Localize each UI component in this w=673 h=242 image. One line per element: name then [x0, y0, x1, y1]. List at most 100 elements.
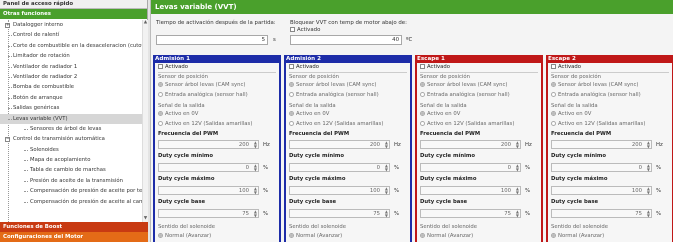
radio-icon[interactable] [551, 121, 556, 126]
duty-min-input[interactable]: 0 ▲ ▼ [420, 163, 521, 172]
enabled-checkbox[interactable]: Activado [551, 64, 581, 70]
duty-base-input[interactable]: 75 ▲ ▼ [289, 209, 390, 218]
active-0v-radio[interactable]: Activo en 0V [551, 111, 591, 117]
active-0v-radio[interactable]: Activo en 0V [420, 111, 460, 117]
duty-min-input[interactable]: 0 ▲ ▼ [289, 163, 390, 172]
tree-item[interactable]: Salidas genéricas [0, 103, 142, 113]
duty-max-input[interactable]: 100 ▲ ▼ [289, 186, 390, 195]
radio-selected-icon[interactable] [551, 82, 556, 87]
cam-sync-radio[interactable]: Sensor árbol levas (CAM sync) [420, 82, 507, 88]
checkbox-icon[interactable] [290, 27, 295, 32]
spinner-icon[interactable]: ▲ ▼ [647, 186, 650, 194]
pwm-frequency-input[interactable]: 200 ▲ ▼ [158, 140, 259, 149]
checkbox-icon[interactable] [158, 64, 163, 69]
tree-item[interactable]: Sensores de árbol de levas [0, 124, 142, 134]
analog-input-radio[interactable]: Entrada analógica (sensor hall) [420, 92, 510, 98]
enabled-checkbox[interactable]: Activado [289, 64, 319, 70]
radio-icon[interactable] [289, 92, 294, 97]
section-boost[interactable]: Funciones de Boost [0, 222, 148, 232]
tree-item[interactable]: Solenoides [0, 145, 142, 155]
tree-item[interactable]: Botón de arranque [0, 93, 142, 103]
radio-icon[interactable] [158, 92, 163, 97]
spinner-icon[interactable]: ▲ ▼ [254, 209, 257, 217]
normal-advance-radio[interactable]: Normal (Avanzar) [289, 233, 342, 239]
spinner-icon[interactable]: ▲ ▼ [516, 186, 519, 194]
tree-item[interactable]: + Datalogger interno [0, 20, 142, 30]
duty-base-input[interactable]: 75 ▲ ▼ [158, 209, 259, 218]
tree-item[interactable]: Mapa de acoplamiento [0, 155, 142, 165]
normal-advance-radio[interactable]: Normal (Avanzar) [420, 233, 473, 239]
spinner-icon[interactable]: ▲ ▼ [385, 186, 388, 194]
cam-sync-radio[interactable]: Sensor árbol levas (CAM sync) [158, 82, 245, 88]
cam-sync-radio[interactable]: Sensor árbol levas (CAM sync) [551, 82, 638, 88]
radio-selected-icon[interactable] [158, 233, 163, 238]
spinner-icon[interactable]: ▲ ▼ [254, 140, 257, 148]
spinner-icon[interactable]: ▲ ▼ [254, 186, 257, 194]
duty-max-input[interactable]: 100 ▲ ▼ [158, 186, 259, 195]
radio-icon[interactable] [158, 121, 163, 126]
normal-advance-radio[interactable]: Normal (Avanzar) [158, 233, 211, 239]
active-0v-radio[interactable]: Activo en 0V [289, 111, 329, 117]
tree-item[interactable]: Limitador de rotación [0, 51, 142, 61]
activation-time-input[interactable]: 5 [156, 35, 268, 45]
radio-icon[interactable] [289, 121, 294, 126]
radio-selected-icon[interactable] [420, 233, 425, 238]
tree-item[interactable]: Ventilador de radiador 1 [0, 62, 142, 72]
analog-input-radio[interactable]: Entrada analógica (sensor hall) [289, 92, 379, 98]
section-engine-config[interactable]: Configuraciones del Motor [0, 232, 148, 242]
tree-item[interactable]: Corte de combustible en la desaceleracio… [0, 41, 142, 51]
block-vvt-checkbox[interactable]: Activado [290, 27, 320, 33]
spinner-icon[interactable]: ▲ ▼ [385, 163, 388, 171]
spinner-icon[interactable]: ▲ ▼ [647, 209, 650, 217]
spinner-icon[interactable]: ▲ ▼ [385, 140, 388, 148]
pwm-frequency-input[interactable]: 200 ▲ ▼ [420, 140, 521, 149]
expand-icon[interactable]: + [5, 23, 10, 28]
tree-item[interactable]: Ventilador de radiador 2 [0, 72, 142, 82]
radio-selected-icon[interactable] [158, 82, 163, 87]
tree-item[interactable]: Presión de aceite de la transmisión [0, 176, 142, 186]
section-other-functions[interactable]: Otras funciones [0, 9, 147, 19]
radio-icon[interactable] [420, 92, 425, 97]
active-12v-radio[interactable]: Activo en 12V (Salidas amarillas) [551, 121, 645, 127]
radio-selected-icon[interactable] [289, 111, 294, 116]
analog-input-radio[interactable]: Entrada analógica (sensor hall) [158, 92, 248, 98]
spinner-icon[interactable]: ▲ ▼ [516, 209, 519, 217]
tree-item[interactable]: Compensación de presión de aceite al cam… [0, 197, 142, 207]
duty-max-input[interactable]: 100 ▲ ▼ [420, 186, 521, 195]
checkbox-icon[interactable] [289, 64, 294, 69]
radio-selected-icon[interactable] [551, 111, 556, 116]
radio-icon[interactable] [551, 92, 556, 97]
spinner-icon[interactable]: ▲ ▼ [647, 140, 650, 148]
cam-sync-radio[interactable]: Sensor árbol levas (CAM sync) [289, 82, 376, 88]
radio-selected-icon[interactable] [289, 82, 294, 87]
active-12v-radio[interactable]: Activo en 12V (Salidas amarillas) [158, 121, 252, 127]
radio-icon[interactable] [420, 121, 425, 126]
enabled-checkbox[interactable]: Activado [158, 64, 188, 70]
active-0v-radio[interactable]: Activo en 0V [158, 111, 198, 117]
tree-item[interactable]: Tabla de cambio de marchas [0, 165, 142, 175]
duty-min-input[interactable]: 0 ▲ ▼ [158, 163, 259, 172]
radio-selected-icon[interactable] [420, 111, 425, 116]
collapse-icon[interactable]: − [5, 137, 10, 143]
analog-input-radio[interactable]: Entrada analógica (sensor hall) [551, 92, 641, 98]
active-12v-radio[interactable]: Activo en 12V (Salidas amarillas) [289, 121, 383, 127]
spinner-icon[interactable]: ▲ ▼ [385, 209, 388, 217]
radio-selected-icon[interactable] [420, 82, 425, 87]
spinner-icon[interactable]: ▲ ▼ [254, 163, 257, 171]
spinner-icon[interactable]: ▲ ▼ [647, 163, 650, 171]
block-vvt-temp-input[interactable]: 40 [290, 35, 402, 45]
tree-item[interactable]: Levas variable (VVT) [0, 113, 142, 124]
checkbox-icon[interactable] [420, 64, 425, 69]
pwm-frequency-input[interactable]: 200 ▲ ▼ [551, 140, 652, 149]
duty-base-input[interactable]: 75 ▲ ▼ [420, 209, 521, 218]
tree-item[interactable]: Control de ralentí [0, 30, 142, 40]
radio-selected-icon[interactable] [551, 233, 556, 238]
normal-advance-radio[interactable]: Normal (Avanzar) [551, 233, 604, 239]
active-12v-radio[interactable]: Activo en 12V (Salidas amarillas) [420, 121, 514, 127]
duty-max-input[interactable]: 100 ▲ ▼ [551, 186, 652, 195]
duty-base-input[interactable]: 75 ▲ ▼ [551, 209, 652, 218]
spinner-icon[interactable]: ▲ ▼ [516, 163, 519, 171]
spinner-icon[interactable]: ▲ ▼ [516, 140, 519, 148]
tree-item[interactable]: − Control de transmisión automática [0, 134, 142, 144]
radio-selected-icon[interactable] [289, 233, 294, 238]
